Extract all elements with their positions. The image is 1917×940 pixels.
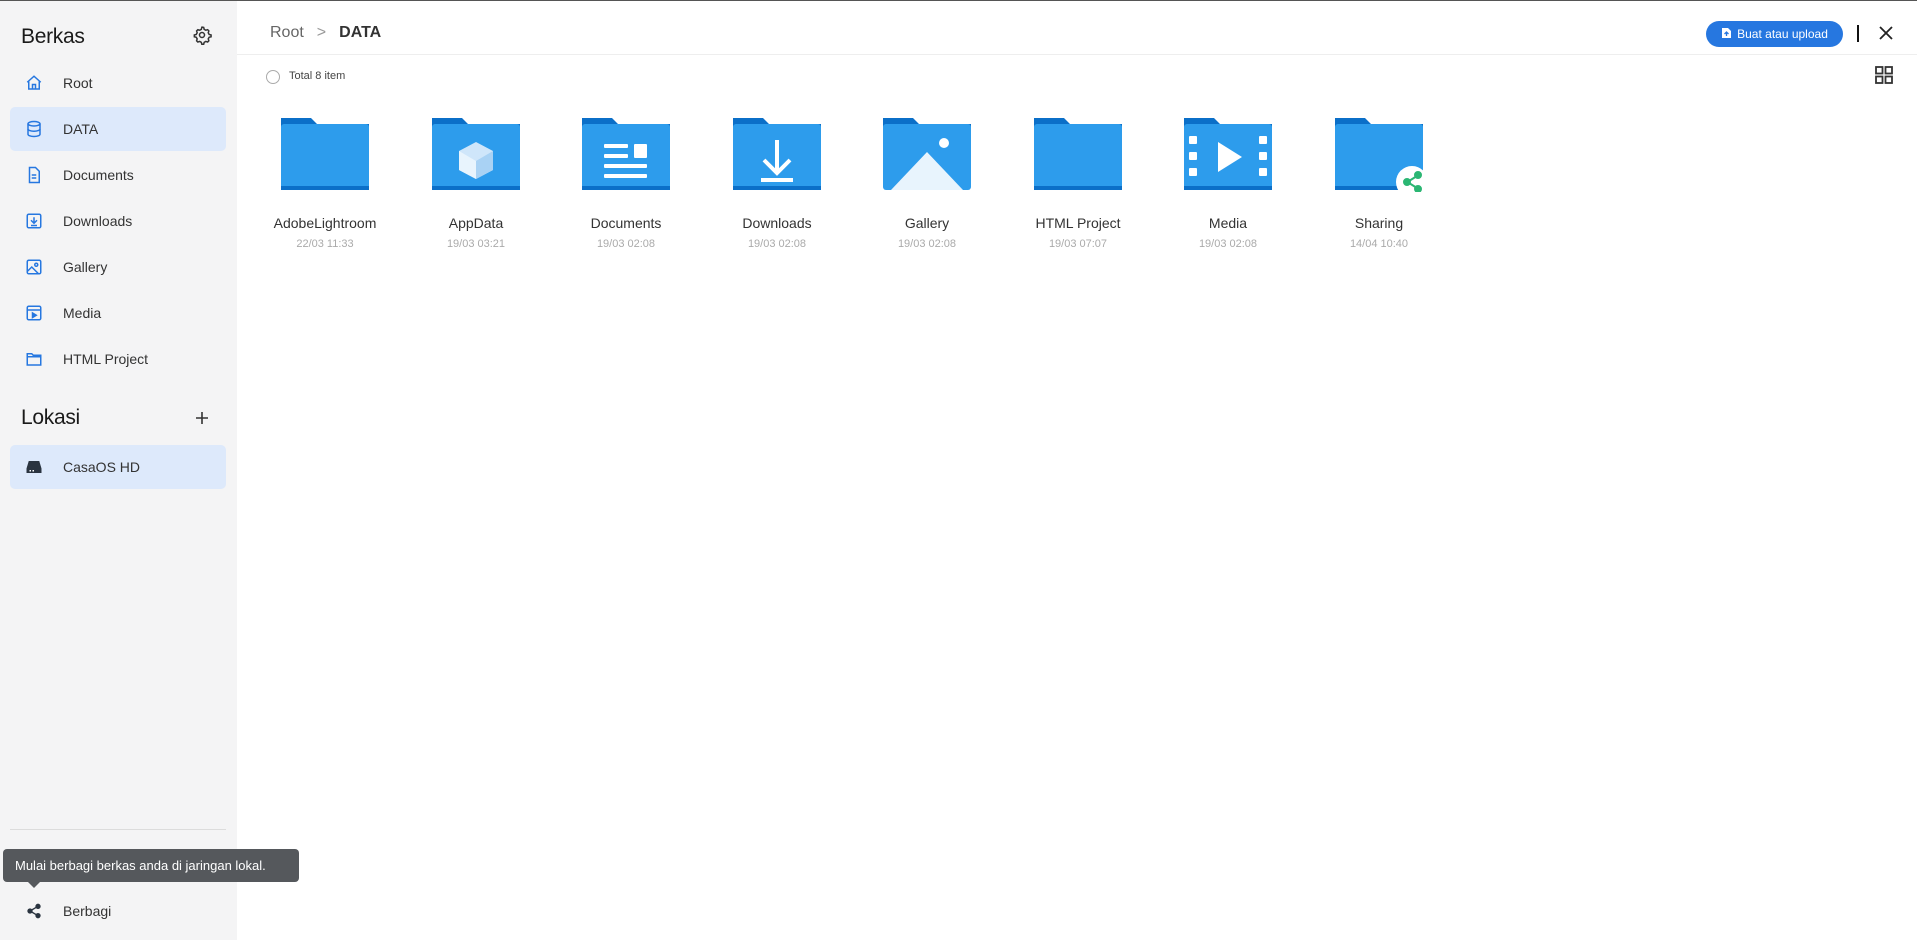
file-date: 19/03 02:08	[1198, 238, 1258, 250]
document-icon	[24, 165, 44, 185]
file-tile-downloads[interactable]: Downloads 19/03 02:08	[702, 116, 852, 266]
file-name: AppData	[448, 215, 504, 231]
file-date: 22/03 11:33	[296, 238, 354, 250]
sidebar-item-label: Media	[63, 305, 102, 321]
folder-documents-icon	[582, 118, 670, 190]
close-icon[interactable]	[1877, 24, 1895, 42]
sidebar-item-root[interactable]: Root	[10, 61, 226, 105]
grid-view-icon[interactable]	[1874, 65, 1894, 85]
image-icon	[24, 257, 44, 277]
breadcrumb-separator: >	[316, 24, 327, 41]
breadcrumb-current: DATA	[339, 24, 382, 41]
sidebar-item-data[interactable]: DATA	[10, 107, 226, 151]
locations-title: Lokasi	[21, 406, 80, 429]
file-date: 14/04 10:40	[1349, 238, 1409, 250]
sidebar-item-gallery[interactable]: Gallery	[10, 245, 226, 289]
folder-app-icon	[432, 118, 520, 190]
file-date: 19/03 07:07	[1048, 238, 1108, 250]
select-all-checkbox[interactable]	[266, 70, 280, 84]
folder-shared-icon	[1335, 118, 1425, 192]
header-separator	[1857, 25, 1859, 42]
file-tile-appdata[interactable]: AppData 19/03 03:21	[401, 116, 551, 266]
share-label: Berbagi	[63, 903, 112, 919]
sidebar-item-documents[interactable]: Documents	[10, 153, 226, 197]
sidebar-item-label: Documents	[63, 167, 134, 183]
file-date: 19/03 02:08	[897, 238, 957, 250]
file-date: 19/03 02:08	[747, 238, 807, 250]
home-icon	[24, 73, 44, 93]
file-tile-gallery[interactable]: Gallery 19/03 02:08	[852, 116, 1002, 266]
sidebar-item-media[interactable]: Media	[10, 291, 226, 335]
sidebar-item-label: HTML Project	[63, 351, 149, 367]
sidebar-item-html-project[interactable]: HTML Project	[10, 337, 226, 381]
file-tile-adobelightroom[interactable]: AdobeLightroom 22/03 11:33	[250, 116, 400, 266]
sidebar: Berkas Root DATA Documents Downloads Gal…	[0, 1, 237, 940]
file-name: Media	[1208, 215, 1248, 231]
folder-icon	[24, 349, 44, 369]
share-icon	[24, 901, 44, 921]
file-name: Gallery	[904, 215, 950, 231]
video-icon	[24, 303, 44, 323]
file-name: Documents	[590, 215, 662, 231]
file-name: Sharing	[1354, 215, 1404, 231]
total-items-label: Total 8 item	[289, 70, 346, 82]
sidebar-title: Berkas	[21, 25, 85, 48]
file-date: 19/03 03:21	[446, 238, 506, 250]
file-date: 19/03 02:08	[596, 238, 656, 250]
add-location-icon[interactable]	[193, 409, 211, 427]
file-name: HTML Project	[1035, 215, 1121, 231]
sidebar-item-label: Gallery	[63, 259, 108, 275]
header-divider	[237, 54, 1917, 55]
file-name: Downloads	[742, 215, 812, 231]
breadcrumb-root[interactable]: Root	[270, 24, 304, 42]
file-tile-documents[interactable]: Documents 19/03 02:08	[551, 116, 701, 266]
gear-icon[interactable]	[192, 25, 212, 45]
file-name: AdobeLightroom	[273, 215, 377, 231]
database-icon	[24, 119, 44, 139]
breadcrumb: Root > DATA	[270, 24, 381, 42]
download-icon	[24, 211, 44, 231]
file-tile-media[interactable]: Media 19/03 02:08	[1153, 116, 1303, 266]
main-panel: Root > DATA Buat atau upload Total 8 ite…	[237, 1, 1917, 940]
upload-icon	[1721, 27, 1732, 42]
sidebar-item-downloads[interactable]: Downloads	[10, 199, 226, 243]
location-item-label: CasaOS HD	[63, 459, 141, 475]
file-tile-html-project[interactable]: HTML Project 19/03 07:07	[1003, 116, 1153, 266]
hard-drive-icon	[24, 457, 44, 477]
file-tile-sharing[interactable]: Sharing 14/04 10:40	[1304, 116, 1454, 266]
location-item-casaos-hd[interactable]: CasaOS HD	[10, 445, 226, 489]
sidebar-item-label: Downloads	[63, 213, 133, 229]
upload-button[interactable]: Buat atau upload	[1706, 21, 1843, 47]
folder-icon	[1034, 118, 1122, 190]
sidebar-item-label: Root	[63, 75, 93, 91]
tooltip-arrow	[28, 882, 40, 888]
sidebar-item-label: DATA	[63, 121, 99, 137]
folder-gallery-icon	[883, 118, 971, 190]
sidebar-divider	[10, 829, 226, 830]
folder-icon	[281, 118, 369, 190]
folder-media-icon	[1184, 118, 1272, 190]
share-button[interactable]: Berbagi	[10, 889, 226, 933]
folder-downloads-icon	[733, 118, 821, 190]
upload-button-label: Buat atau upload	[1737, 27, 1828, 41]
